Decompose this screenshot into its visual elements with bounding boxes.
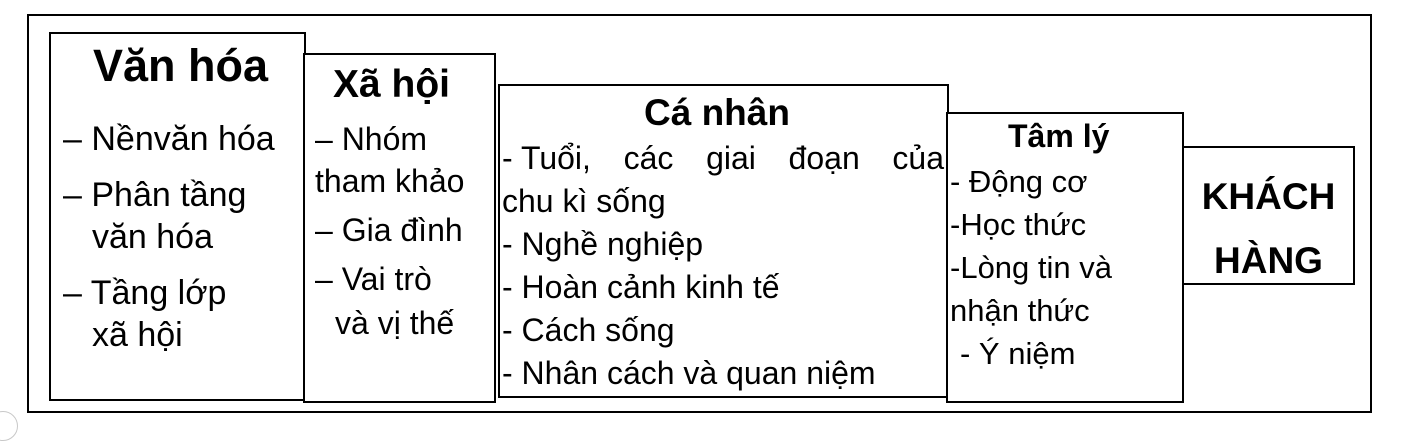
box-xa-hoi: Xã hội – Nhóm tham khảo – Gia đình – Vai… (303, 53, 496, 403)
van-hoa-item-1: – Nềnvăn hóa (63, 120, 275, 158)
box-van-hoa: Văn hóa – Nềnvăn hóa – Phân tầng văn hóa… (49, 32, 306, 401)
ca-nhan-item-3: - Hoàn cảnh kinh tế (502, 269, 780, 305)
box-title-xa-hoi: Xã hội (333, 63, 451, 106)
ca-nhan-word: các (623, 140, 674, 176)
xa-hoi-item-1-cont: tham khảo (315, 163, 465, 199)
tam-ly-item-4: - Ý niệm (960, 336, 1076, 371)
box-khach-hang: KHÁCH HÀNG (1182, 146, 1355, 285)
ca-nhan-item-1-cont: chu kì sống (502, 183, 666, 219)
ca-nhan-word: đoạn (788, 140, 860, 176)
tam-ly-item-1: - Động cơ (950, 164, 1088, 199)
box-title-van-hoa: Văn hóa (93, 40, 269, 91)
tam-ly-item-3-cont: nhận thức (950, 293, 1090, 328)
xa-hoi-item-2: – Gia đình (315, 212, 463, 248)
van-hoa-item-3-cont: xã hội (92, 316, 183, 354)
box-ca-nhan: Cá nhân - Tuổi, các giai đoạn của chu kì… (498, 84, 949, 398)
tam-ly-item-3: -Lòng tin và (950, 250, 1112, 285)
van-hoa-item-3: – Tầng lớp (63, 274, 227, 312)
ca-nhan-word: của (892, 140, 944, 176)
box-title-tam-ly: Tâm lý (1008, 118, 1110, 154)
xa-hoi-item-3: – Vai trò (315, 261, 432, 297)
khach-hang-label-line-2: HÀNG (1214, 240, 1323, 281)
tam-ly-item-2: -Học thức (950, 207, 1087, 242)
ca-nhan-item-5: - Nhân cách và quan niệm (502, 355, 876, 391)
xa-hoi-item-1: – Nhóm (315, 121, 428, 157)
ca-nhan-item-2: - Nghề nghiệp (502, 226, 704, 262)
xa-hoi-item-3-cont: và vị thế (335, 305, 455, 341)
box-title-ca-nhan: Cá nhân (644, 92, 790, 133)
khach-hang-label-line-1: KHÁCH (1201, 176, 1336, 217)
ca-nhan-word: giai (706, 140, 756, 176)
ca-nhan-word: - Tuổi, (502, 140, 591, 176)
ca-nhan-item-4: - Cách sống (502, 312, 675, 348)
page-corner-mark (0, 411, 18, 441)
box-tam-ly: Tâm lý - Động cơ -Học thức -Lòng tin và … (946, 112, 1184, 403)
van-hoa-item-2: – Phân tầng (63, 176, 247, 214)
van-hoa-item-2-cont: văn hóa (92, 218, 213, 256)
ca-nhan-item-1: - Tuổi, các giai đoạn của (502, 140, 944, 177)
